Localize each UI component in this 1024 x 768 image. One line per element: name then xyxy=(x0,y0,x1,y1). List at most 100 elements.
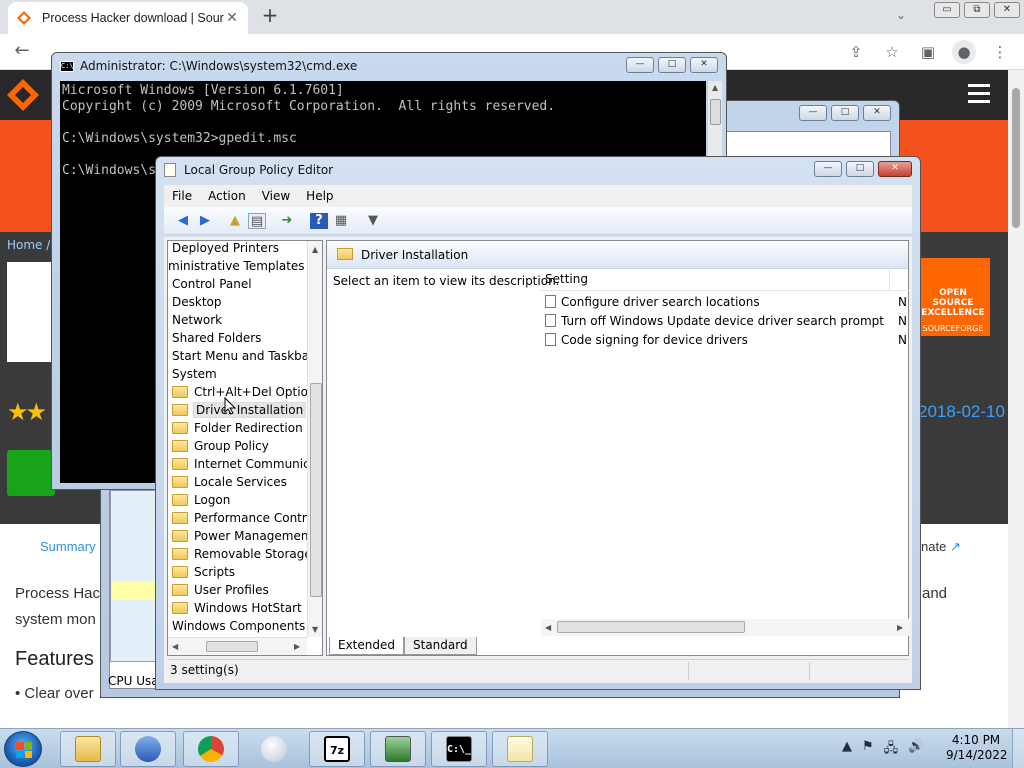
close-button[interactable]: ✕ xyxy=(994,2,1020,18)
scroll-up-icon[interactable]: ▲ xyxy=(712,83,718,92)
breadcrumb[interactable]: Home / xyxy=(7,238,50,252)
tree-scrollbar-thumb[interactable] xyxy=(310,383,322,597)
donate-link[interactable]: nate ↗ xyxy=(921,539,961,555)
action-center-icon[interactable]: ⚑ xyxy=(862,739,874,761)
scroll-left-icon[interactable]: ◀ xyxy=(545,623,551,632)
tree-item[interactable]: Removable Storage A xyxy=(168,545,322,563)
menu-help[interactable]: Help xyxy=(298,189,341,203)
tree-item[interactable]: ministrative Templates xyxy=(168,257,305,275)
details-hscroll-thumb[interactable] xyxy=(557,621,745,633)
tab-standard[interactable]: Standard xyxy=(404,637,477,655)
tree-item[interactable]: Performance Control xyxy=(168,509,317,527)
up-folder-icon[interactable]: ▲ xyxy=(226,213,244,229)
profile-icon[interactable]: ● xyxy=(952,40,976,64)
tab-close-icon[interactable]: ✕ xyxy=(224,10,240,26)
tree-item[interactable]: Power Management xyxy=(168,527,313,545)
page-scrollbar-thumb[interactable] xyxy=(1012,88,1020,228)
download-button[interactable] xyxy=(7,450,55,496)
tree-item[interactable]: Folder Redirection xyxy=(168,419,303,437)
close-button[interactable]: ✕ xyxy=(878,161,912,177)
tree-hscroll-thumb[interactable] xyxy=(206,641,258,652)
tab-extended[interactable]: Extended xyxy=(329,637,404,655)
minimize-button[interactable]: — xyxy=(626,57,654,73)
show-hide-tree-icon[interactable]: ▤ xyxy=(248,213,266,229)
restore-button[interactable]: ⧉ xyxy=(964,2,990,18)
tree-pane[interactable]: Windows Components Windows HotStart User P… xyxy=(167,240,323,656)
help-icon[interactable]: ? xyxy=(310,213,328,229)
tree-vertical-scrollbar[interactable]: ▲ ▼ xyxy=(307,241,322,637)
properties-icon[interactable]: ▦ xyxy=(332,213,350,229)
side-panel-icon[interactable]: ▣ xyxy=(916,40,940,64)
menu-action[interactable]: Action xyxy=(200,189,254,203)
show-hidden-icons-icon[interactable]: ▲ xyxy=(842,739,852,761)
tree-item[interactable]: Network xyxy=(172,311,222,329)
taskbar-cmd-button[interactable]: C:\_ xyxy=(431,731,487,767)
export-list-icon[interactable]: ➜ xyxy=(278,213,296,229)
tree-item[interactable]: User Profiles xyxy=(168,581,269,599)
sourceforge-logo-icon[interactable] xyxy=(6,78,40,112)
scroll-up-icon[interactable]: ▲ xyxy=(312,245,318,254)
minimize-button[interactable]: — xyxy=(799,105,827,121)
tree-item[interactable]: Driver Installation xyxy=(168,401,307,419)
tree-item[interactable]: Windows Components xyxy=(172,617,305,635)
tree-item[interactable]: Scripts xyxy=(168,563,235,581)
column-setting[interactable]: Setting xyxy=(545,272,588,286)
taskbar-sphere-app-button[interactable] xyxy=(246,731,302,767)
scroll-left-icon[interactable]: ◀ xyxy=(172,642,178,651)
maximize-button[interactable]: □ xyxy=(846,161,874,177)
cmd-scrollbar-thumb[interactable] xyxy=(710,99,721,125)
tree-item[interactable]: System xyxy=(172,365,217,383)
share-icon[interactable]: ⇪ xyxy=(844,40,868,64)
new-tab-button[interactable]: + xyxy=(258,4,282,28)
hamburger-menu-icon[interactable] xyxy=(968,84,990,108)
tree-item[interactable]: Locale Services xyxy=(168,473,287,491)
tab-summary[interactable]: Summary xyxy=(40,539,96,554)
show-desktop-button[interactable] xyxy=(1012,729,1024,768)
tree-item[interactable]: Control Panel xyxy=(172,275,252,293)
tree-item[interactable]: Windows HotStart xyxy=(168,599,302,617)
tab-search-icon[interactable]: ⌄ xyxy=(896,8,906,22)
maximize-button[interactable]: □ xyxy=(831,105,859,121)
scroll-right-icon[interactable]: ▶ xyxy=(294,642,300,651)
back-arrow-icon[interactable]: ◀ xyxy=(174,213,192,229)
close-button[interactable]: ✕ xyxy=(863,105,891,121)
page-scrollbar[interactable] xyxy=(1008,70,1024,728)
taskbar-chrome-button[interactable] xyxy=(183,731,239,767)
forward-arrow-icon[interactable]: ▶ xyxy=(196,213,214,229)
network-icon[interactable]: 🖧 xyxy=(884,739,899,761)
start-button[interactable] xyxy=(4,731,42,767)
tree-item[interactable]: Shared Folders xyxy=(172,329,261,347)
tree-item[interactable]: Deployed Printers xyxy=(172,241,279,257)
menu-file[interactable]: File xyxy=(164,189,200,203)
details-horizontal-scrollbar[interactable]: ◀ ▶ xyxy=(541,619,910,636)
setting-row[interactable]: Turn off Windows Update device driver se… xyxy=(545,312,884,331)
browser-tab[interactable]: Process Hacker download | SourceForge.ne… xyxy=(8,2,248,34)
tree-item[interactable]: Start Menu and Taskbar xyxy=(172,347,314,365)
taskbar-media-player-button[interactable] xyxy=(120,731,176,767)
scroll-down-icon[interactable]: ▼ xyxy=(312,625,318,634)
back-arrow-icon[interactable]: ← xyxy=(10,40,34,64)
taskbar-7zip-button[interactable]: 7z xyxy=(309,731,365,767)
minimize-button[interactable]: — xyxy=(814,161,842,177)
setting-row[interactable]: Configure driver search locations xyxy=(545,293,760,312)
maximize-button[interactable]: □ xyxy=(658,57,686,73)
scroll-right-icon[interactable]: ▶ xyxy=(897,623,903,632)
column-divider[interactable] xyxy=(889,267,890,290)
menu-view[interactable]: View xyxy=(254,189,298,203)
tree-item[interactable]: Group Policy xyxy=(168,437,269,455)
tree-item[interactable]: Logon xyxy=(168,491,230,509)
menu-kebab-icon[interactable]: ⋮ xyxy=(988,40,1012,64)
setting-row[interactable]: Code signing for device drivers xyxy=(545,331,748,350)
tree-item[interactable]: Desktop xyxy=(172,293,222,311)
minimize-button[interactable]: ▭ xyxy=(934,2,960,18)
taskbar-file-explorer-button[interactable] xyxy=(60,731,116,767)
taskbar-task-manager-button[interactable] xyxy=(370,731,426,767)
gpedit-window[interactable]: Local Group Policy Editor — □ ✕ File Act… xyxy=(155,156,921,690)
filter-icon[interactable]: ▼ xyxy=(364,213,382,229)
clock[interactable]: 4:10 PM 9/14/2022 xyxy=(946,733,1008,763)
close-button[interactable]: ✕ xyxy=(690,57,718,73)
taskbar-notepad-button[interactable] xyxy=(492,731,548,767)
tree-item[interactable]: Internet Communicat xyxy=(168,455,322,473)
tree-horizontal-scrollbar[interactable]: ◀ ▶ xyxy=(168,637,307,655)
volume-icon[interactable]: 🔊 xyxy=(908,739,924,761)
